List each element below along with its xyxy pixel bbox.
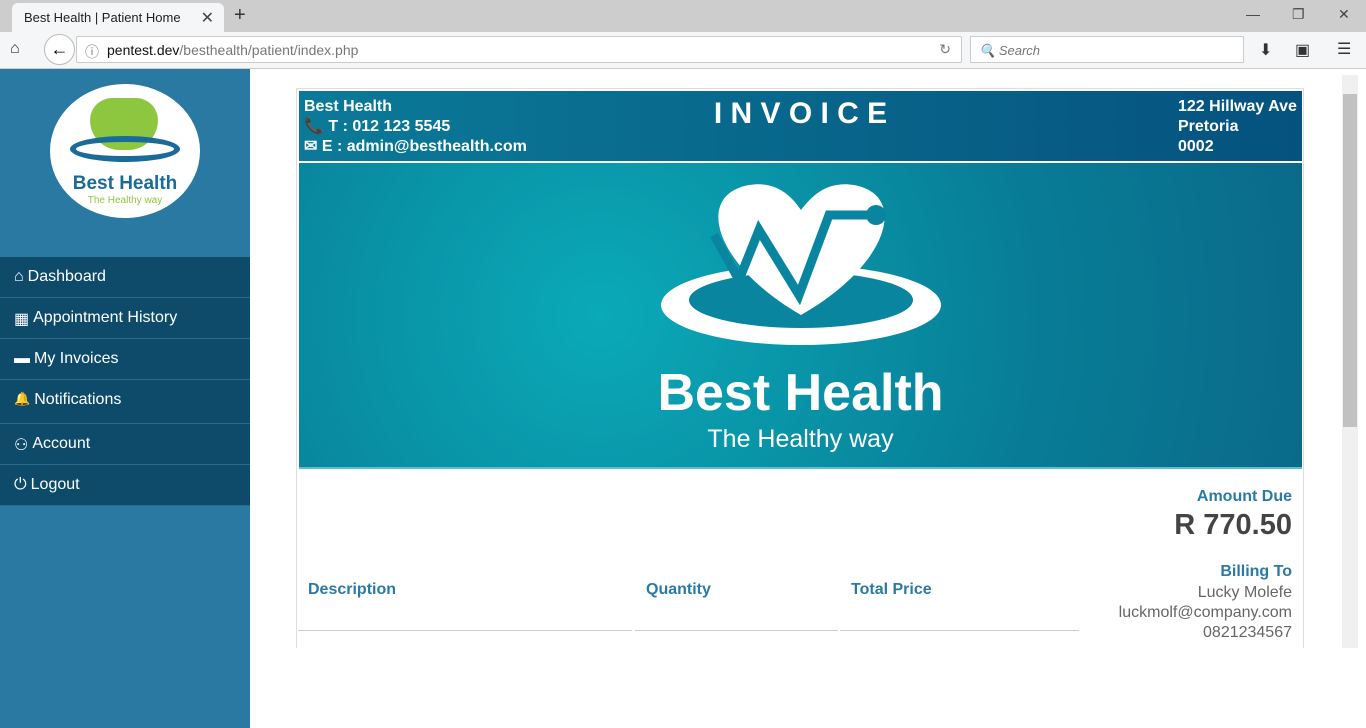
banner-title: Best Health <box>657 364 944 422</box>
sidebar-item-label: Dashboard <box>27 268 106 285</box>
calendar-icon: ▦ <box>14 311 30 328</box>
banner: Best Health The Healthy way <box>299 163 1302 469</box>
address-line: 122 Hillway Ave <box>1178 98 1297 115</box>
sidebar-item-label: Notifications <box>34 391 122 408</box>
menu-icon[interactable]: ☰ <box>1337 39 1351 59</box>
divider <box>840 630 1079 631</box>
invoice-header: Best Health 📞 T : 012 123 5545 ✉ E : adm… <box>299 91 1302 161</box>
sidebar-item-my-invoices[interactable]: ▬ My Invoices <box>0 339 250 380</box>
sidebar-item-notifications[interactable]: 🔔 Notifications <box>0 380 250 424</box>
tab-title: Best Health | Patient Home <box>24 10 181 25</box>
back-button[interactable]: ← <box>44 34 75 65</box>
billing-phone: 0821234567 <box>1203 624 1292 641</box>
column-quantity: Quantity <box>646 581 711 598</box>
download-icon[interactable]: ⬇ <box>1259 40 1272 60</box>
sidebar-item-account[interactable]: ⚇ Account <box>0 424 250 465</box>
column-description: Description <box>308 581 397 598</box>
divider <box>298 630 632 631</box>
reload-icon[interactable]: ↻ <box>939 41 951 58</box>
sidebar-item-label: My Invoices <box>34 350 119 367</box>
nav-bar: ⌂ ← ⓘ pentest.dev/besthealth/patient/inde… <box>0 32 1366 69</box>
sidebar-toggle-icon[interactable]: ▣ <box>1295 40 1310 60</box>
search-placeholder: Search <box>998 43 1041 58</box>
sidebar-item-label: Account <box>32 435 91 452</box>
sidebar-item-label: Appointment History <box>33 309 178 326</box>
invoice-title: I N V O I C E <box>713 97 888 130</box>
home-icon[interactable]: ⌂ <box>10 40 20 58</box>
billing-label: Billing To <box>1220 563 1292 580</box>
banner-tagline: The Healthy way <box>707 425 894 453</box>
billing-email: luckmolf@company.com <box>1118 604 1292 621</box>
sidebar: Best Health The Healthy way ⌂ Dashboard ▦… <box>0 69 250 728</box>
info-icon[interactable]: ⓘ <box>85 42 99 62</box>
invoice: Best Health 📞 T : 012 123 5545 ✉ E : adm… <box>296 88 1304 648</box>
browser-tab[interactable]: Best Health | Patient Home ✕ <box>12 3 224 32</box>
window-close-icon[interactable]: ✕ <box>1338 6 1350 23</box>
tab-bar: Best Health | Patient Home ✕ + — ❐ ✕ <box>0 0 1366 32</box>
column-total-price: Total Price <box>851 581 932 598</box>
sidebar-item-logout[interactable]: ⏻ Logout <box>0 465 250 506</box>
url-host: pentest.dev <box>107 42 180 58</box>
company-email: E : admin@besthealth.com <box>321 138 527 155</box>
logo-title: Best Health <box>72 173 178 194</box>
logo-tagline: The Healthy way <box>87 195 163 206</box>
amount-due-label: Amount Due <box>1196 488 1292 505</box>
restore-icon[interactable]: ❐ <box>1292 6 1305 23</box>
home-icon: ⌂ <box>14 268 24 285</box>
sidebar-item-dashboard[interactable]: ⌂ Dashboard <box>0 257 250 298</box>
url-bar[interactable]: ⓘ pentest.dev/besthealth/patient/index.ph… <box>76 36 962 63</box>
url-path: /besthealth/patient/index.php <box>179 42 359 58</box>
close-tab-icon[interactable]: ✕ <box>201 8 214 28</box>
address-line: Pretoria <box>1178 118 1239 135</box>
sidebar-menu: ⌂ Dashboard ▦ Appointment History ▬ My Invo… <box>0 257 250 506</box>
credit-card-icon: ▬ <box>14 350 30 367</box>
billing-name: Lucky Molefe <box>1197 584 1292 601</box>
logo: Best Health The Healthy way <box>50 84 200 218</box>
search-input[interactable]: 🔍 Search <box>970 36 1244 63</box>
amount-due-value: R 770.50 <box>1174 509 1292 541</box>
main-content: Best Health 📞 T : 012 123 5545 ✉ E : adm… <box>250 69 1358 648</box>
sidebar-item-label: Logout <box>30 476 80 493</box>
user-icon: ⚇ <box>14 437 29 454</box>
power-icon: ⏻ <box>14 476 27 493</box>
divider <box>635 630 838 631</box>
sidebar-item-appointment-history[interactable]: ▦ Appointment History <box>0 298 250 339</box>
new-tab-button[interactable]: + <box>234 4 246 27</box>
address-line: 0002 <box>1178 138 1214 155</box>
scrollbar-thumb[interactable] <box>1343 94 1357 427</box>
bell-icon: 🔔 <box>14 391 31 406</box>
minimize-icon[interactable]: — <box>1246 6 1260 22</box>
heart-logo-icon <box>661 184 941 345</box>
